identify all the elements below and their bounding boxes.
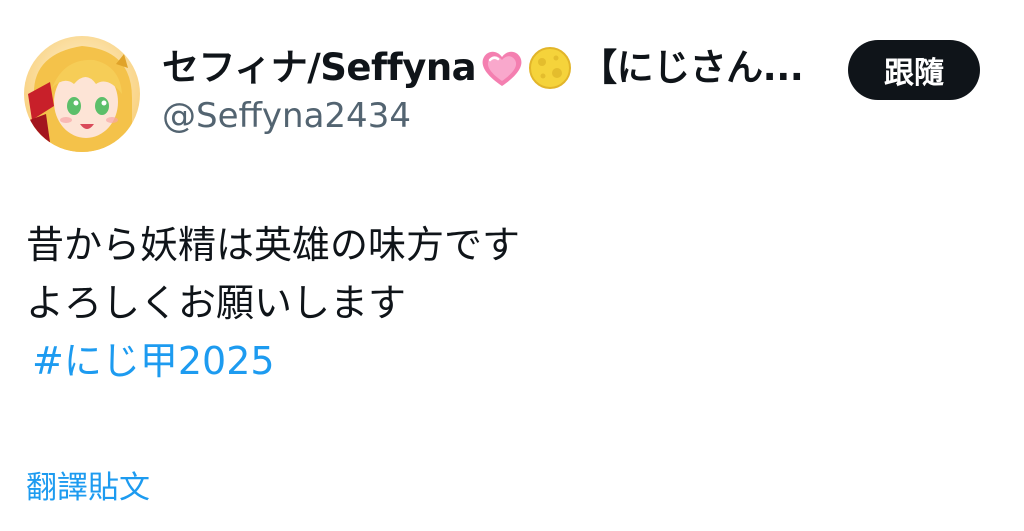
pink-heart-icon (480, 48, 524, 88)
display-name: セフィナ/Seffyna (162, 46, 477, 89)
tweet-text: 昔から妖精は英雄の味方です よろしくお願いします #にじ甲2025 (26, 216, 520, 390)
translate-post-link[interactable]: 翻譯貼文 (26, 466, 150, 510)
user-handle[interactable]: @Seffyna2434 (162, 94, 411, 138)
tweet-line: よろしくお願いします (26, 281, 407, 325)
full-moon-icon (528, 46, 572, 90)
display-name-suffix: 【にじさん... (580, 46, 804, 89)
hashtag-link[interactable]: #にじ甲2025 (32, 332, 520, 390)
display-name-row[interactable]: セフィナ/Seffyna 【にじさん... (162, 42, 832, 94)
follow-button[interactable]: 跟隨 (848, 40, 980, 100)
avatar[interactable] (24, 36, 140, 152)
tweet-line: 昔から妖精は英雄の味方です (26, 223, 521, 267)
